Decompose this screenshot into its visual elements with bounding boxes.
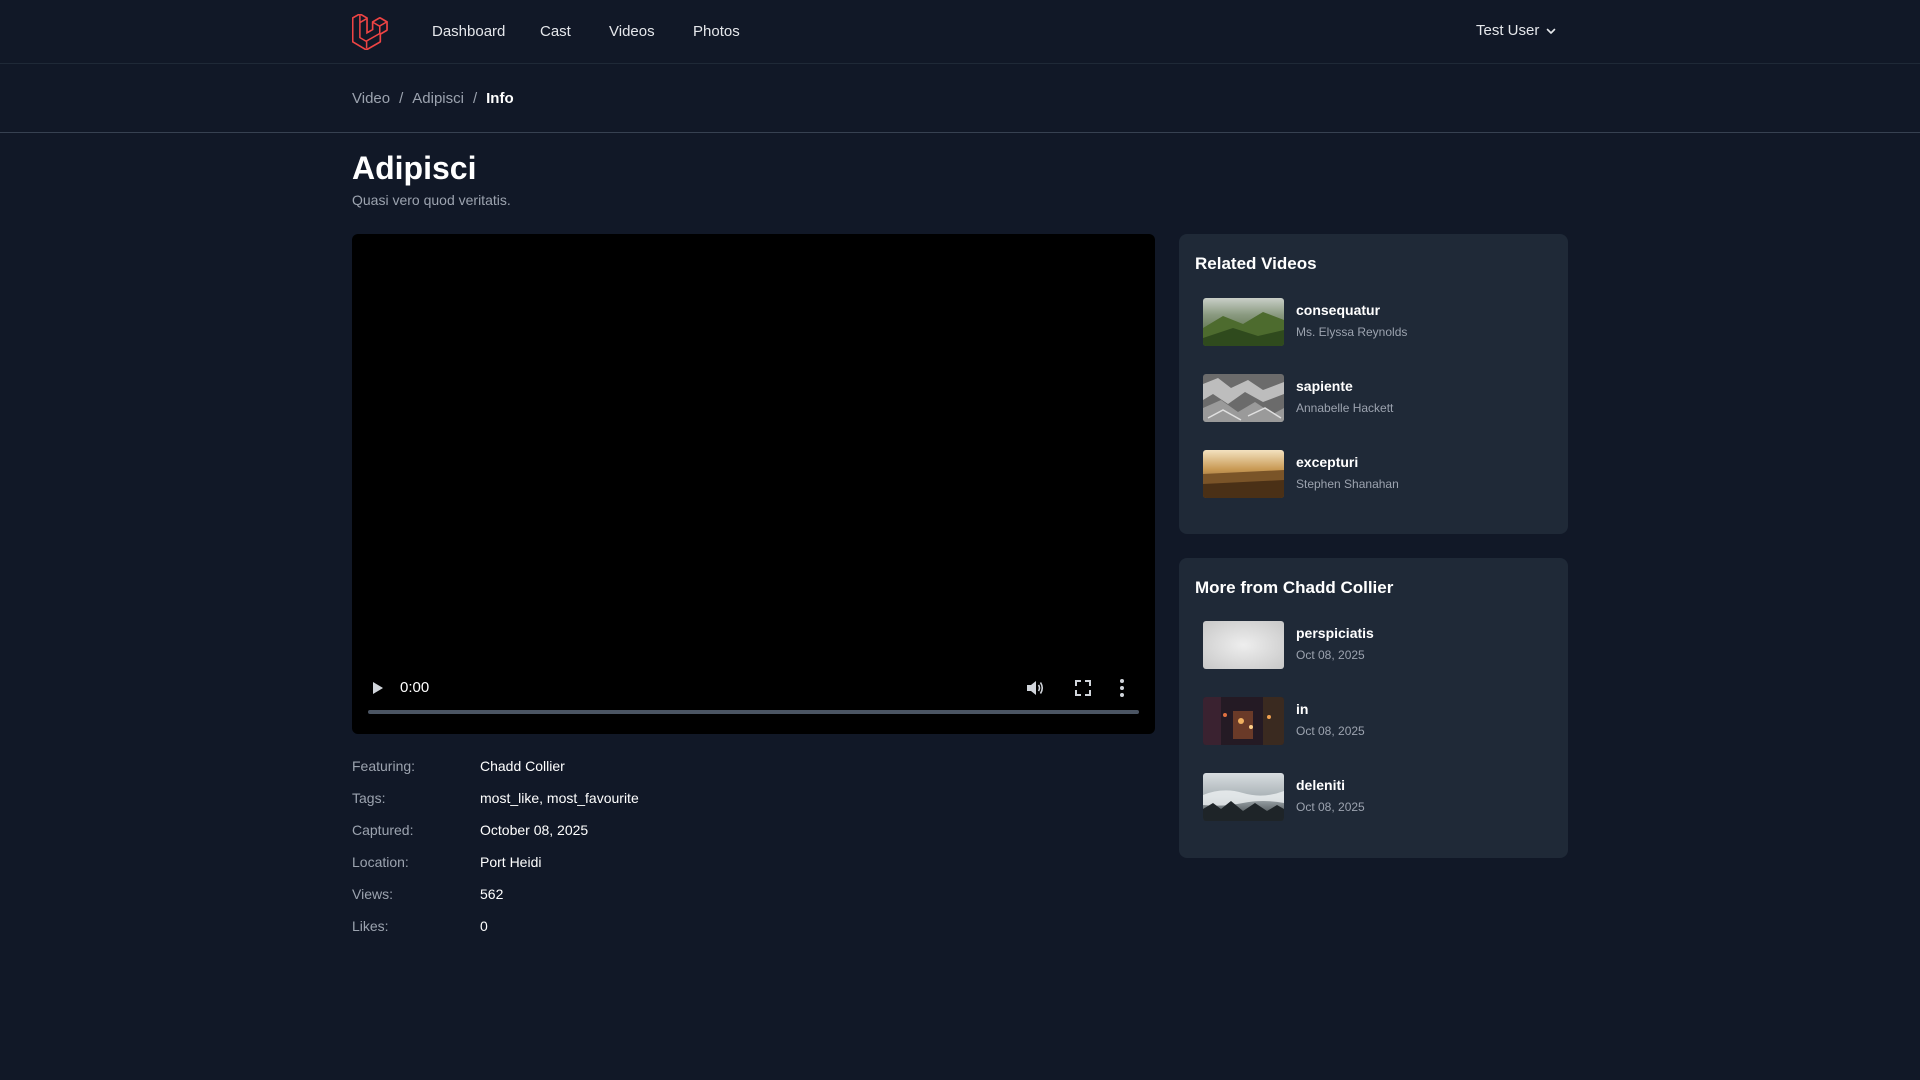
breadcrumb-video[interactable]: Video xyxy=(352,89,390,109)
video-progress-bar[interactable] xyxy=(368,710,1139,714)
related-video-item[interactable]: consequatur Ms. Elyssa Reynolds xyxy=(1203,298,1553,346)
meta-value: Chadd Collier xyxy=(480,758,565,774)
more-video-item[interactable]: deleniti Oct 08, 2025 xyxy=(1203,773,1553,821)
user-menu[interactable]: Test User xyxy=(1476,21,1557,41)
nav-photos[interactable]: Photos xyxy=(693,22,740,42)
page-subtitle: Quasi vero quod veritatis. xyxy=(352,192,511,208)
breadcrumb-bar: Video / Adipisci / Info xyxy=(0,64,1920,133)
video-thumbnail xyxy=(1203,374,1284,422)
breadcrumb-current: Info xyxy=(486,90,514,107)
video-thumbnail xyxy=(1203,621,1284,669)
related-video-item[interactable]: excepturi Stephen Shanahan xyxy=(1203,450,1553,498)
item-title[interactable]: consequatur xyxy=(1296,300,1380,320)
meta-row-tags: Tags: most_like, most_favourite xyxy=(352,788,1052,820)
item-author: Stephen Shanahan xyxy=(1296,477,1399,491)
meta-label: Tags: xyxy=(352,790,386,806)
more-from-panel: More from Chadd Collier perspiciatis Oct… xyxy=(1179,558,1568,858)
meta-row-likes: Likes: 0 xyxy=(352,916,1052,948)
video-thumbnail xyxy=(1203,697,1284,745)
video-time: 0:00 xyxy=(400,679,430,696)
item-author: Annabelle Hackett xyxy=(1296,401,1394,415)
meta-label: Featuring: xyxy=(352,758,416,774)
item-title[interactable]: excepturi xyxy=(1296,452,1358,472)
item-title[interactable]: deleniti xyxy=(1296,775,1345,795)
meta-value: most_like, most_favourite xyxy=(480,790,639,806)
video-thumbnail xyxy=(1203,298,1284,346)
meta-row-location: Location: Port Heidi xyxy=(352,852,1052,884)
chevron-down-icon xyxy=(1547,28,1556,34)
breadcrumb: Video / Adipisci / Info xyxy=(352,89,514,109)
meta-label: Views: xyxy=(352,886,393,902)
meta-label: Likes: xyxy=(352,918,389,934)
video-thumbnail xyxy=(1203,773,1284,821)
video-thumbnail xyxy=(1203,450,1284,498)
related-videos-title: Related Videos xyxy=(1195,254,1317,273)
laravel-logo-icon[interactable] xyxy=(352,14,388,50)
meta-value: 0 xyxy=(480,918,488,934)
item-date: Oct 08, 2025 xyxy=(1296,800,1365,814)
item-title[interactable]: perspiciatis xyxy=(1296,623,1374,643)
meta-row-captured: Captured: October 08, 2025 xyxy=(352,820,1052,852)
nav-dashboard[interactable]: Dashboard xyxy=(432,22,505,42)
item-author: Ms. Elyssa Reynolds xyxy=(1296,325,1408,339)
meta-value: October 08, 2025 xyxy=(480,822,589,838)
meta-row-featuring: Featuring: Chadd Collier xyxy=(352,756,1052,788)
related-video-item[interactable]: sapiente Annabelle Hackett xyxy=(1203,374,1553,422)
item-date: Oct 08, 2025 xyxy=(1296,724,1365,738)
top-navigation: Dashboard Cast Videos Photos Test User xyxy=(0,0,1920,64)
meta-row-views: Views: 562 xyxy=(352,884,1052,916)
more-video-item[interactable]: perspiciatis Oct 08, 2025 xyxy=(1203,621,1553,669)
breadcrumb-separator: / xyxy=(472,90,478,107)
video-metadata: Featuring: Chadd Collier Tags: most_like… xyxy=(352,756,1052,948)
meta-value: Port Heidi xyxy=(480,854,542,870)
breadcrumb-separator: / xyxy=(399,90,404,107)
user-name: Test User xyxy=(1476,22,1540,39)
meta-label: Location: xyxy=(352,854,409,870)
nav-videos[interactable]: Videos xyxy=(609,22,655,42)
volume-icon[interactable] xyxy=(1024,677,1046,699)
more-video-item[interactable]: in Oct 08, 2025 xyxy=(1203,697,1553,745)
item-title[interactable]: sapiente xyxy=(1296,376,1353,396)
meta-label: Captured: xyxy=(352,822,414,838)
breadcrumb-adipisci[interactable]: Adipisci xyxy=(412,89,464,109)
play-icon[interactable] xyxy=(369,677,387,699)
video-player[interactable]: 0:00 xyxy=(352,234,1155,734)
nav-cast[interactable]: Cast xyxy=(540,22,571,42)
item-title[interactable]: in xyxy=(1296,699,1308,719)
item-date: Oct 08, 2025 xyxy=(1296,648,1365,662)
page-title: Adipisci xyxy=(352,150,477,186)
related-videos-panel: Related Videos consequatur Ms. Elyssa Re… xyxy=(1179,234,1568,534)
more-from-title: More from Chadd Collier xyxy=(1195,578,1394,597)
more-vertical-icon[interactable] xyxy=(1118,676,1126,700)
fullscreen-icon[interactable] xyxy=(1073,678,1093,698)
meta-value: 562 xyxy=(480,886,504,902)
